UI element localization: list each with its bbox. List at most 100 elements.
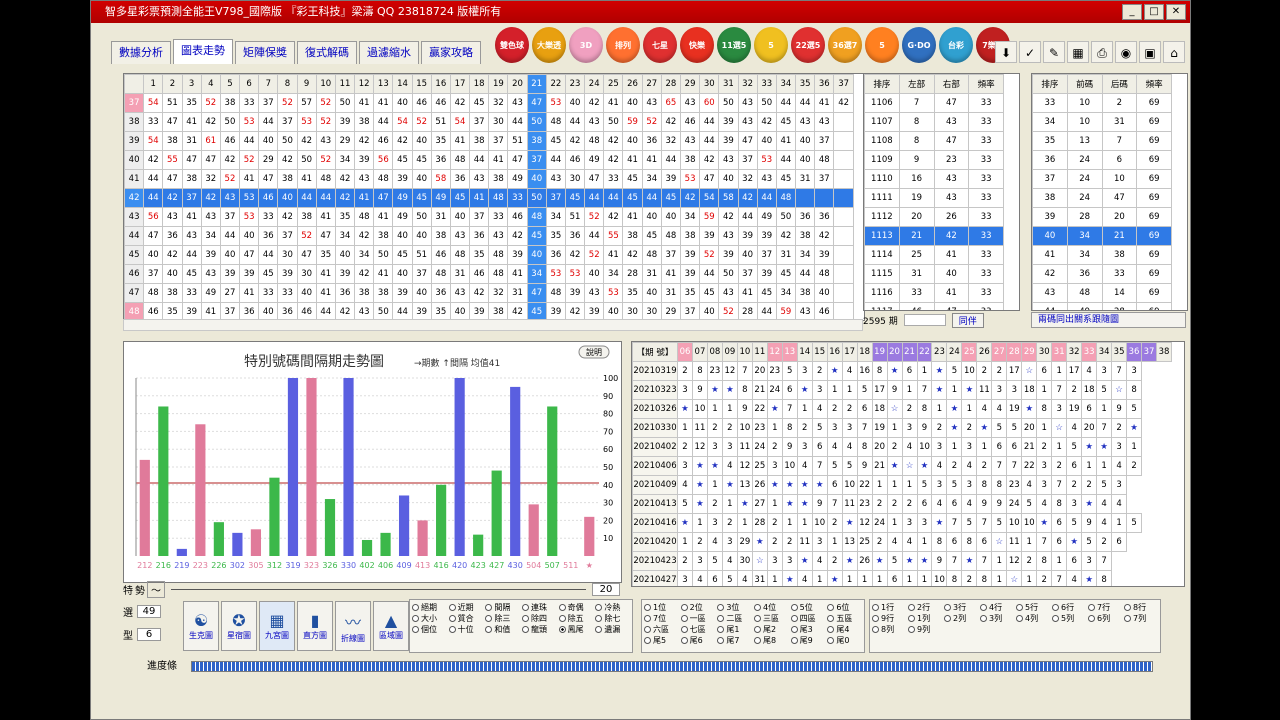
grid-col-header[interactable]: 26: [622, 74, 643, 94]
radio-button[interactable]: [595, 604, 603, 611]
grid-col-header[interactable]: 7: [258, 74, 279, 94]
wave-button[interactable]: 〜: [147, 580, 165, 598]
grid-col-header[interactable]: 22: [545, 74, 566, 94]
stats-row[interactable]: 1110 16 43 33: [864, 169, 1004, 189]
radio-button[interactable]: [595, 626, 603, 633]
radio-option[interactable]: 9列: [908, 624, 942, 635]
radio-button[interactable]: [680, 604, 688, 611]
radio-button[interactable]: [790, 604, 798, 611]
radio-option[interactable]: 冷熱: [595, 602, 630, 613]
radio-option[interactable]: 尾6: [680, 635, 716, 646]
stats-header[interactable]: 左部: [898, 74, 935, 94]
stats-row[interactable]: 36 24 6 69: [1032, 150, 1172, 170]
radio-option[interactable]: 和值: [485, 624, 520, 635]
radio-option[interactable]: 質合: [448, 613, 484, 624]
lottery-0-icon[interactable]: 雙色球: [495, 27, 529, 63]
view-button-0[interactable]: ☯ 生克圖: [183, 601, 219, 651]
radio-option[interactable]: 尾3: [790, 624, 826, 635]
stats-row[interactable]: 1107 8 43 33: [864, 112, 1004, 132]
lower-grid-col-header[interactable]: 16: [826, 342, 843, 362]
chart-slider[interactable]: [171, 588, 586, 590]
stats-header[interactable]: 右部: [933, 74, 970, 94]
lower-grid-row[interactable]: 20210402 2 12 3 3 11 24 2 9 3 6 4 4 8 20 2 4 10 3 1 3 1 6 6 21 2 1…: [632, 437, 1172, 457]
radio-button[interactable]: [644, 615, 651, 622]
radio-button[interactable]: [644, 604, 651, 611]
radio-option[interactable]: 近期: [448, 602, 484, 613]
lower-grid-row[interactable]: 20210423 2 3 5 4 30 ☆ 3 3 ★ 4 2 ★ 26 ★ 5 ★ ★ 9 7 ★ 7 1 12 2 8 1 6 3 7: [632, 551, 1172, 571]
view-button-3[interactable]: ▮ 直方圖: [297, 601, 333, 651]
lower-grid-col-header[interactable]: 32: [1066, 342, 1083, 362]
stats-row[interactable]: 1115 31 40 33: [864, 264, 1004, 284]
radio-button[interactable]: [908, 626, 915, 633]
lower-grid-row[interactable]: 20210326 ★ 10 1 1 9 22 ★ 7 1 4 2 2 6 18 ☆ 2 8 1 ★ 1 4 4 19 ★ 8 3 19…: [632, 399, 1172, 419]
minimize-button[interactable]: _: [1122, 4, 1142, 20]
radio-button[interactable]: [1124, 615, 1131, 622]
tab-1[interactable]: 圖表走勢: [173, 39, 233, 64]
lower-grid-row[interactable]: 20210427 3 4 6 5 4 31 1 ★ 4 1 ★ 1 1 1 6 1 1 10 8 2 8 1 ☆ 1 2 7 4 ★ 8: [632, 570, 1172, 586]
radio-option[interactable]: 9行: [872, 613, 906, 624]
calc-icon[interactable]: ▦: [1067, 41, 1089, 63]
radio-button[interactable]: [412, 626, 419, 633]
maximize-button[interactable]: □: [1144, 4, 1164, 20]
grid-row[interactable]: 38 33 47 41 42 50 53 44 37 53 52 39 38 44 54 52 51 54 37 30…: [124, 112, 854, 132]
stats-row[interactable]: 42 36 33 69: [1032, 264, 1172, 284]
lower-grid-col-header[interactable]: 37: [1141, 342, 1157, 362]
radio-option[interactable]: 7列: [1124, 613, 1158, 624]
period-slider[interactable]: [903, 314, 946, 326]
lower-grid-col-header[interactable]: 15: [811, 342, 828, 362]
lottery-11-icon[interactable]: G·DO: [902, 27, 936, 63]
radio-button[interactable]: [558, 626, 566, 633]
radio-option[interactable]: 除五: [558, 613, 594, 624]
radio-button[interactable]: [1016, 604, 1023, 611]
radio-button[interactable]: [944, 615, 951, 622]
lower-grid-col-header[interactable]: 36: [1126, 342, 1143, 362]
tab-0[interactable]: 數據分析: [111, 41, 171, 64]
stats-row[interactable]: 33 10 2 69: [1032, 93, 1172, 113]
lower-grid-row[interactable]: 20210409 4 ★ 1 ★ 13 26 ★ ★ ★ ★ 6 10 22 1 1 1 5 3 5 3 8 8 23 4 3 7 2…: [632, 475, 1172, 495]
radio-option[interactable]: 大小: [412, 613, 447, 624]
radio-button[interactable]: [448, 626, 456, 633]
radio-option[interactable]: 奇偶: [558, 602, 594, 613]
grid-row[interactable]: 47 48 38 33 49 27 41 33 33 40 41 36 38 38 39 40 36 43 42 32…: [124, 283, 854, 303]
radio-option[interactable]: 一區: [680, 613, 716, 624]
grid-row[interactable]: 41 44 47 38 32 52 41 47 38 41 48 42 43 48 39 40 58 36 43 38…: [124, 169, 854, 189]
grid-col-header[interactable]: 29: [679, 74, 701, 94]
lottery-4-icon[interactable]: 七星: [643, 27, 677, 63]
grid-col-header[interactable]: 21: [526, 74, 547, 94]
radio-option[interactable]: 7行: [1088, 602, 1122, 613]
view-button-2[interactable]: ▦ 九宮圖: [259, 601, 295, 651]
radio-option[interactable]: 4列: [1016, 613, 1050, 624]
printer-icon[interactable]: ⎙: [1091, 41, 1113, 63]
radio-button[interactable]: [790, 615, 798, 622]
grid-col-header[interactable]: 12: [354, 74, 375, 94]
radio-button[interactable]: [448, 615, 456, 622]
grid-col-header[interactable]: 6: [239, 74, 260, 94]
radio-option[interactable]: 五區: [827, 613, 862, 624]
lower-grid-col-header[interactable]: 25: [961, 342, 978, 362]
radio-option[interactable]: 3行: [944, 602, 978, 613]
view-button-4[interactable]: 〰折線圖: [335, 601, 371, 651]
lower-grid-row[interactable]: 20210319 2 8 23 12 7 20 23 5 3 2 ★ 4 16 8 ★ 6 1 ★ 5 10 2 2 17 ☆ 6…: [632, 361, 1172, 381]
radio-button[interactable]: [1124, 604, 1131, 611]
grid-row[interactable]: 37 54 51 35 52 38 33 37 52 57 52 50 41 41 40 46 46 42 45 32…: [124, 93, 854, 113]
stats-row[interactable]: 1112 20 26 33: [864, 207, 1004, 227]
radio-option[interactable]: 七區: [680, 624, 716, 635]
radio-button[interactable]: [754, 637, 761, 644]
radio-button[interactable]: [1016, 615, 1023, 622]
radio-option[interactable]: 尾5: [644, 635, 679, 646]
radio-option[interactable]: 2行: [908, 602, 942, 613]
radio-option[interactable]: 絕期: [412, 602, 447, 613]
lower-grid-col-header[interactable]: 20: [886, 342, 903, 362]
pencil-icon[interactable]: ✎: [1043, 41, 1065, 63]
grid-col-header[interactable]: 5: [219, 74, 241, 94]
grid-col-header[interactable]: 3: [181, 74, 202, 94]
radio-option[interactable]: 間隔: [485, 602, 520, 613]
radio-option[interactable]: 尾8: [754, 635, 789, 646]
lower-grid-col-header[interactable]: 14: [796, 342, 813, 362]
stats-header[interactable]: 后碼: [1101, 74, 1138, 94]
grid-col-header[interactable]: 36: [814, 74, 835, 94]
lower-grid-col-header[interactable]: 26: [976, 342, 993, 362]
radio-option[interactable]: 4行: [980, 602, 1014, 613]
lower-grid-col-header[interactable]: 29: [1021, 342, 1038, 362]
lottery-6-icon[interactable]: 11選5: [717, 27, 751, 63]
